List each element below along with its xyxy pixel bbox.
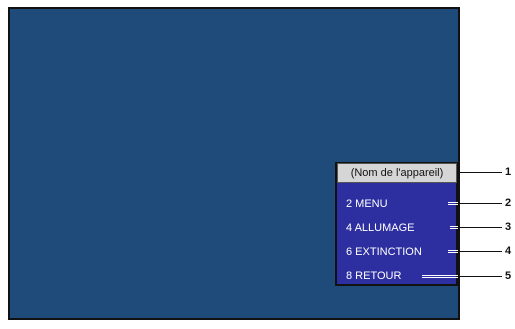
menu-item-power-off[interactable]: 6 EXTINCTION bbox=[346, 245, 422, 259]
callout-1: 1 bbox=[505, 166, 512, 178]
leader-line-3-inner bbox=[450, 226, 458, 229]
menu-item-power-on[interactable]: 4 ALLUMAGE bbox=[346, 221, 414, 235]
device-name-label: (Nom de l'appareil) bbox=[337, 163, 457, 183]
leader-line-3 bbox=[458, 227, 502, 228]
leader-line-1 bbox=[457, 172, 502, 173]
callout-5: 5 bbox=[505, 270, 512, 282]
callout-2: 2 bbox=[505, 197, 512, 209]
callout-3: 3 bbox=[505, 221, 512, 233]
callout-4: 4 bbox=[505, 245, 512, 257]
menu-item-menu[interactable]: 2 MENU bbox=[346, 197, 388, 211]
leader-line-4-inner bbox=[448, 250, 458, 253]
leader-line-5 bbox=[458, 276, 502, 277]
menu-item-return[interactable]: 8 RETOUR bbox=[346, 269, 401, 283]
leader-line-5-inner bbox=[422, 275, 458, 278]
leader-line-4 bbox=[458, 251, 502, 252]
leader-line-2 bbox=[458, 203, 502, 204]
leader-line-2-inner bbox=[448, 202, 458, 205]
